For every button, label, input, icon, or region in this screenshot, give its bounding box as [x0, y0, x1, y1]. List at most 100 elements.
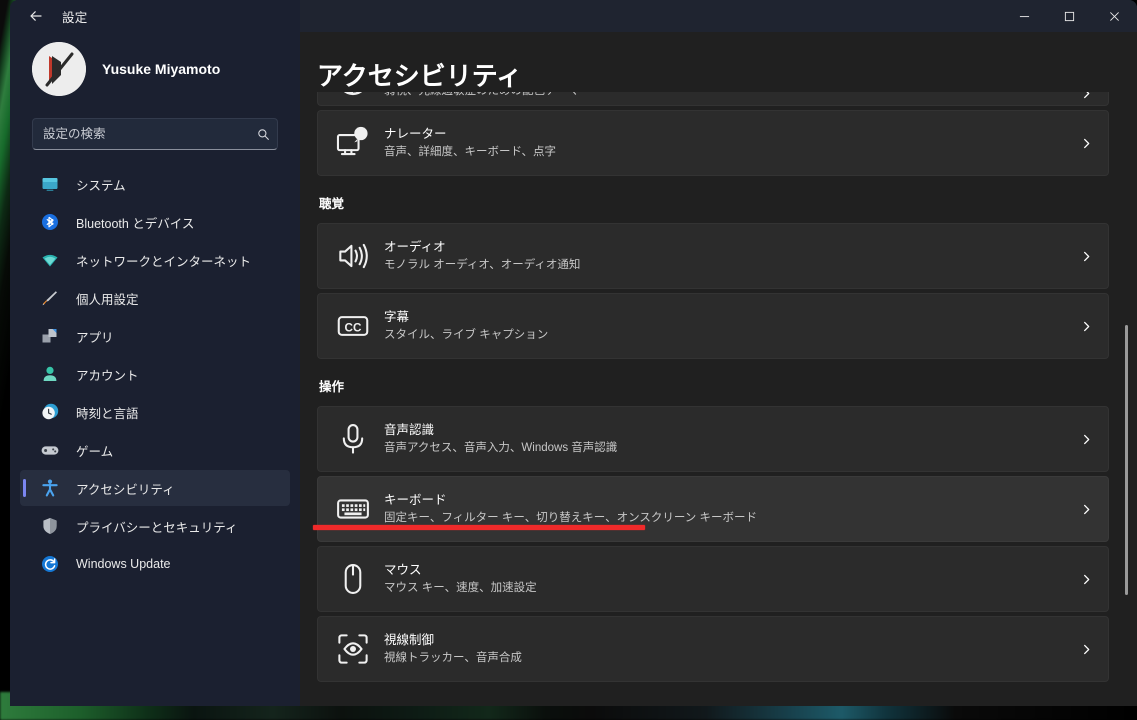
setting-card-text: 音声認識 音声アクセス、音声入力、Windows 音声認識 [384, 422, 1078, 456]
chevron-glyph [1083, 251, 1089, 261]
sidebar-item-bluetooth-devices[interactable]: Bluetooth とデバイス [20, 204, 290, 240]
minimize-button[interactable] [1002, 0, 1047, 32]
microphone-glyph [342, 424, 364, 454]
chevron-right-icon[interactable] [1078, 138, 1094, 149]
setting-card-title: マウス [384, 563, 422, 577]
sidebar-item-windows-update[interactable]: Windows Update [20, 546, 290, 582]
scrollbar[interactable] [1120, 32, 1132, 706]
narrator-icon [334, 124, 372, 162]
sidebar-item-label: Bluetooth とデバイス [76, 216, 195, 231]
minimize-icon [1019, 15, 1030, 17]
sidebar-item-label: ネットワークとインターネット [76, 254, 252, 269]
system-icon [40, 174, 60, 194]
keyboard-glyph [337, 499, 369, 519]
profile-name: Yusuke Miyamoto [102, 61, 221, 77]
setting-card-audio[interactable]: オーディオ モノラル オーディオ、オーディオ通知 [317, 223, 1109, 289]
sidebar: Yusuke Miyamoto システム [10, 32, 300, 706]
setting-card-mouse[interactable]: マウス マウス キー、速度、加速設定 [317, 546, 1109, 612]
search-area [10, 100, 300, 150]
sidebar-item-label: 個人用設定 [76, 292, 139, 307]
personalization-icon [40, 288, 60, 308]
setting-card-title: キーボード [384, 493, 447, 507]
close-icon [1110, 11, 1119, 21]
setting-card-title: ナレーター [384, 127, 447, 141]
sidebar-item-label: プライバシーとセキュリティ [76, 520, 238, 535]
title-bar-left: 設定 [10, 0, 300, 32]
sidebar-item-gaming[interactable]: ゲーム [20, 432, 290, 468]
setting-card-subtitle: マウス キー、速度、加速設定 [384, 582, 537, 594]
setting-card-text: ナレーター 音声、詳細度、キーボード、点字 [384, 126, 1078, 160]
sidebar-item-personalization[interactable]: 個人用設定 [20, 280, 290, 316]
chevron-right-icon[interactable] [1078, 574, 1094, 585]
setting-card-text: 字幕 スタイル、ライブ キャプション [384, 309, 1078, 343]
chevron-right-icon[interactable] [1078, 251, 1094, 262]
sidebar-item-system[interactable]: システム [20, 166, 290, 202]
setting-card-subtitle: スタイル、ライブ キャプション [384, 329, 549, 341]
chevron-glyph [1083, 138, 1089, 148]
setting-card-narrator[interactable]: ナレーター 音声、詳細度、キーボード、点字 [317, 110, 1109, 176]
avatar [32, 42, 86, 96]
sidebar-item-privacy-security[interactable]: プライバシーとセキュリティ [20, 508, 290, 544]
sidebar-item-label: アプリ [76, 330, 114, 345]
sidebar-item-network-internet[interactable]: ネットワークとインターネット [20, 242, 290, 278]
mouse-icon [334, 560, 372, 598]
setting-card-text: キーボード 固定キー、フィルター キー、切り替えキー、オンスクリーン キーボード [384, 492, 1078, 526]
bluetooth-icon [40, 212, 60, 232]
sidebar-item-label: Windows Update [76, 557, 171, 571]
accounts-icon [40, 364, 60, 384]
sidebar-item-label: アクセシビリティ [76, 482, 175, 497]
sidebar-item-time-language[interactable]: 時刻と言語 [20, 394, 290, 430]
setting-card-speech[interactable]: 音声認識 音声アクセス、音声入力、Windows 音声認識 [317, 406, 1109, 472]
maximize-button[interactable] [1047, 0, 1092, 32]
chevron-glyph [1083, 574, 1089, 584]
settings-scroll-area[interactable]: コントラスト テーマ 弱視、光線過敏症のための配色テーマ [300, 32, 1137, 706]
setting-card-text: 視線制御 視線トラッカー、音声合成 [384, 632, 1078, 666]
sidebar-item-label: ゲーム [76, 444, 114, 459]
window-title: 設定 [62, 10, 88, 25]
sidebar-nav: システム Bluetooth とデバイス ネットワークとインターネット 個人用設… [10, 166, 300, 582]
arrow-left-icon [30, 11, 42, 21]
setting-card-text: マウス マウス キー、速度、加速設定 [384, 562, 1078, 596]
apps-icon [40, 326, 60, 346]
setting-card-subtitle: 固定キー、フィルター キー、切り替えキー、オンスクリーン キーボード [384, 512, 758, 524]
close-button[interactable] [1092, 0, 1137, 32]
sidebar-item-label: アカウント [76, 368, 139, 383]
chevron-glyph [1083, 434, 1089, 444]
chevron-right-icon[interactable] [1078, 504, 1094, 515]
setting-card-subtitle: 視線トラッカー、音声合成 [384, 652, 522, 664]
chevron-right-icon[interactable] [1078, 434, 1094, 445]
section-heading-interaction: 操作 [319, 380, 345, 394]
eye-control-icon [334, 630, 372, 668]
setting-card-text: オーディオ モノラル オーディオ、オーディオ通知 [384, 239, 1078, 273]
setting-card-captions[interactable]: CC 字幕 スタイル、ライブ キャプション [317, 293, 1109, 359]
mouse-glyph [344, 564, 362, 594]
setting-card-subtitle: モノラル オーディオ、オーディオ通知 [384, 259, 581, 271]
microphone-icon [334, 420, 372, 458]
page-title: アクセシビリティ [317, 61, 523, 91]
setting-card-keyboard[interactable]: キーボード 固定キー、フィルター キー、切り替えキー、オンスクリーン キーボード [317, 476, 1109, 542]
setting-card-title: 音声認識 [384, 423, 435, 437]
setting-card-title: 字幕 [384, 310, 410, 324]
setting-card-title: オーディオ [384, 240, 446, 254]
cc-glyph: CC [337, 316, 369, 336]
sidebar-item-apps[interactable]: アプリ [20, 318, 290, 354]
setting-card-title: 視線制御 [384, 633, 435, 647]
search-icon[interactable] [249, 128, 277, 141]
setting-card-eye-control[interactable]: 視線制御 視線トラッカー、音声合成 [317, 616, 1109, 682]
svg-text:CC: CC [345, 321, 362, 334]
search-input[interactable] [33, 119, 249, 149]
back-button[interactable] [18, 1, 54, 31]
search-box[interactable] [32, 118, 278, 150]
chevron-glyph [1083, 504, 1089, 514]
settings-window: 設定 Yusuke Miyamoto 設定の検索 システム Bluetooth … [10, 0, 1137, 706]
captions-cc-icon: CC [334, 307, 372, 345]
chevron-right-icon[interactable] [1078, 321, 1094, 332]
chevron-right-icon[interactable] [1078, 644, 1094, 655]
scrollbar-thumb[interactable] [1125, 325, 1128, 595]
sidebar-item-accessibility[interactable]: アクセシビリティ [20, 470, 290, 506]
narrator-glyph [336, 126, 368, 156]
speaker-waves-glyph [339, 243, 368, 269]
user-profile[interactable]: Yusuke Miyamoto [10, 38, 300, 100]
sidebar-item-accounts[interactable]: アカウント [20, 356, 290, 392]
user-avatar-image [32, 42, 86, 96]
